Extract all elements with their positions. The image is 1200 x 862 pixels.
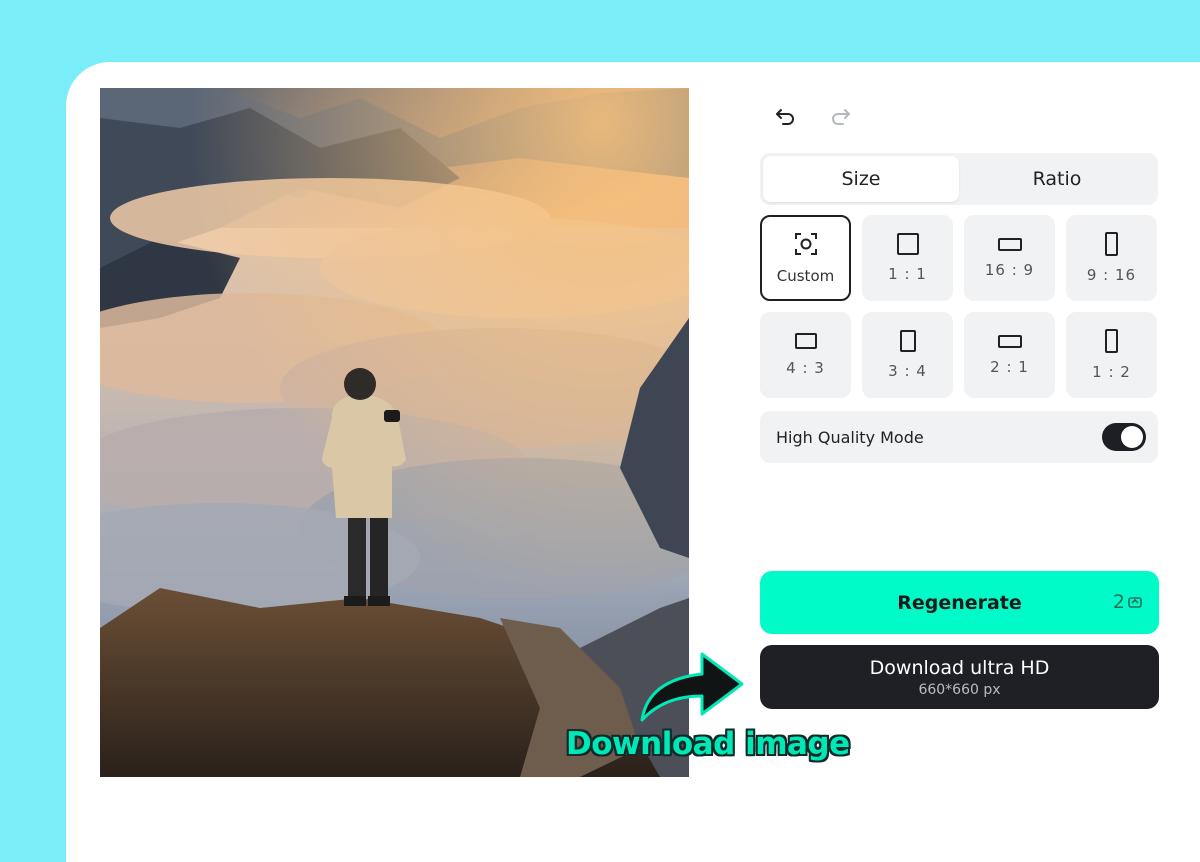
toggle-knob xyxy=(1121,426,1143,448)
credits-cost: 2 xyxy=(1113,591,1143,613)
redo-button[interactable] xyxy=(826,104,854,128)
high-quality-mode-toggle[interactable] xyxy=(1102,423,1146,451)
size-option-2-1[interactable]: 2 : 1 xyxy=(964,312,1055,398)
size-ratio-tabs: Size Ratio xyxy=(760,153,1158,205)
landscape-icon xyxy=(794,333,817,349)
size-option-label: 1 : 2 xyxy=(1092,363,1131,381)
undo-icon xyxy=(776,109,794,125)
size-options-grid: Custom 1 : 1 16 : 9 9 : 16 4 : 3 3 : 4 2… xyxy=(760,215,1158,398)
regenerate-label: Regenerate xyxy=(897,591,1022,614)
curved-arrow-icon xyxy=(640,652,744,722)
square-icon xyxy=(896,233,919,255)
high-quality-mode-label: High Quality Mode xyxy=(776,427,924,447)
history-controls xyxy=(772,104,854,128)
download-image-callout: Download image xyxy=(566,726,850,762)
download-ultra-hd-button[interactable]: Download ultra HD 660*660 px xyxy=(760,645,1159,709)
portrait-1-2-icon xyxy=(1105,329,1118,353)
size-option-1-1[interactable]: 1 : 1 xyxy=(862,215,953,301)
size-option-9-16[interactable]: 9 : 16 xyxy=(1066,215,1157,301)
portrait-icon xyxy=(899,330,916,352)
landscape-2-1-icon xyxy=(997,334,1022,348)
download-size: 660*660 px xyxy=(918,681,1001,698)
size-option-label: 9 : 16 xyxy=(1086,266,1137,284)
generated-image xyxy=(100,88,689,777)
portrait-tall-icon xyxy=(1105,232,1118,256)
tab-ratio[interactable]: Ratio xyxy=(959,156,1155,202)
size-option-custom[interactable]: Custom xyxy=(760,215,851,301)
regenerate-button[interactable]: Regenerate 2 xyxy=(760,571,1159,634)
size-option-4-3[interactable]: 4 : 3 xyxy=(760,312,851,398)
size-option-3-4[interactable]: 3 : 4 xyxy=(862,312,953,398)
undo-button[interactable] xyxy=(772,104,800,128)
size-option-label: 16 : 9 xyxy=(984,260,1035,279)
custom-scan-icon xyxy=(794,233,817,255)
size-option-label: 3 : 4 xyxy=(888,362,927,380)
size-option-label: 4 : 3 xyxy=(786,359,825,377)
landscape-wide-icon xyxy=(997,237,1022,251)
credits-count: 2 xyxy=(1112,591,1125,613)
size-option-label: Custom xyxy=(776,267,835,285)
redo-icon xyxy=(832,109,850,125)
download-label: Download ultra HD xyxy=(869,656,1050,679)
tab-size[interactable]: Size xyxy=(763,156,959,202)
size-option-16-9[interactable]: 16 : 9 xyxy=(964,215,1055,301)
size-option-label: 2 : 1 xyxy=(990,357,1029,376)
high-quality-mode-row: High Quality Mode xyxy=(760,411,1158,463)
credit-icon xyxy=(1128,597,1142,608)
size-option-1-2[interactable]: 1 : 2 xyxy=(1066,312,1157,398)
size-option-label: 1 : 1 xyxy=(888,265,927,283)
